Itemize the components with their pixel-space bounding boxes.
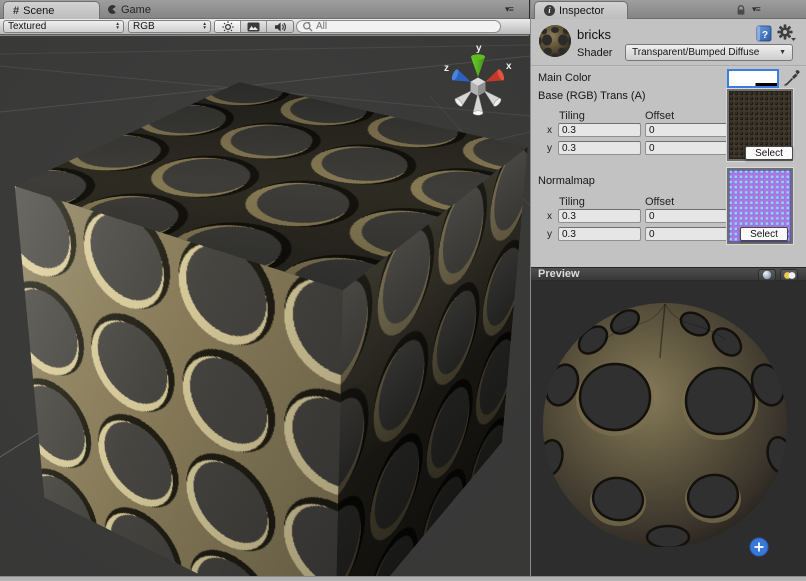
scene-grid-icon: # (13, 5, 19, 17)
gizmo-y-label: y (476, 43, 482, 54)
preview-mesh-button[interactable] (758, 269, 776, 281)
scene-view-toggles (214, 20, 294, 33)
scene-panel-menu-icon[interactable]: ▾≡ (505, 4, 513, 15)
normal-offset-y-input[interactable] (645, 227, 728, 241)
scene-tabbar: # Scene Game ▾≡ (0, 0, 529, 19)
base-tiling-x-input[interactable] (558, 123, 641, 137)
main-color-label: Main Color (538, 72, 591, 84)
gizmo-z-label: z (444, 63, 449, 74)
lighting-toggle-button[interactable] (215, 21, 241, 32)
main-color-swatch[interactable] (728, 70, 778, 87)
preview-header: Preview (531, 267, 806, 281)
row-x-label: x (547, 125, 552, 136)
sun-icon (222, 21, 234, 33)
base-map-label: Base (RGB) Trans (A) (538, 90, 646, 102)
shader-dropdown[interactable]: Transparent/Bumped Diffuse ▼ (625, 44, 793, 61)
gizmo-y-axis[interactable] (471, 54, 485, 77)
preview-sphere (540, 300, 790, 550)
row-y-label: y (547, 143, 552, 154)
normal-offset-x-input[interactable] (645, 209, 728, 223)
draw-mode-dropdown[interactable]: Textured ▴▾ (3, 20, 124, 33)
inspector-panel: i Inspector ▾≡ bricks Shader Transparent… (531, 0, 806, 576)
updown-arrows-icon: ▴▾ (116, 23, 119, 30)
inspector-tabbar: i Inspector ▾≡ (531, 0, 806, 19)
shader-value: Transparent/Bumped Diffuse (632, 47, 759, 58)
gear-icon[interactable] (777, 24, 797, 42)
material-sphere-icon (537, 22, 573, 60)
game-icon (108, 5, 117, 14)
offset-header: Offset (645, 110, 674, 122)
row-x-label: x (547, 211, 552, 222)
normalmap-select-button[interactable]: Select (740, 227, 788, 241)
offset-header: Offset (645, 196, 674, 208)
base-offset-y-input[interactable] (645, 141, 728, 155)
gizmo-x-label: x (506, 61, 512, 72)
window-bottom-strip (0, 576, 806, 581)
plus-icon[interactable] (749, 537, 769, 557)
chevron-down-icon: ▼ (779, 49, 786, 56)
audio-icon (274, 21, 287, 33)
tab-game-label: Game (121, 4, 151, 16)
gizmo-z-axis[interactable] (451, 68, 474, 87)
skybox-toggle-button[interactable] (241, 21, 267, 32)
svg-text:?: ? (762, 30, 768, 41)
base-select-button[interactable]: Select (745, 146, 793, 160)
draw-mode-value: Textured (8, 21, 46, 32)
sphere-icon (762, 270, 772, 280)
tiling-header: Tiling (559, 196, 585, 208)
preview-title: Preview (538, 268, 580, 280)
search-icon (302, 21, 314, 33)
scene-gizmo[interactable]: y x z (440, 40, 516, 122)
normal-tiling-y-input[interactable] (558, 227, 641, 241)
info-icon: i (544, 5, 555, 16)
help-icon[interactable]: ? (756, 25, 772, 42)
scene-viewport[interactable]: y x z (0, 36, 530, 576)
search-input[interactable] (316, 21, 476, 32)
eyedropper-icon[interactable] (784, 69, 801, 87)
scene-panel: # Scene Game ▾≡ Textured ▴▾ RGB ▴▾ (0, 0, 530, 576)
base-offset-x-input[interactable] (645, 123, 728, 137)
normalmap-label: Normalmap (538, 175, 595, 187)
scene-toolbar: Textured ▴▾ RGB ▴▾ (0, 19, 530, 35)
lock-icon[interactable] (735, 4, 747, 16)
header-divider (531, 65, 806, 67)
shader-label: Shader (577, 47, 612, 59)
tab-inspector-label: Inspector (559, 5, 604, 17)
audio-toggle-button[interactable] (267, 21, 293, 32)
tab-scene[interactable]: # Scene (3, 1, 100, 19)
updown-arrows-icon: ▴▾ (203, 23, 206, 30)
inspector-panel-menu-icon[interactable]: ▾≡ (752, 4, 760, 15)
alpha-bar (729, 83, 777, 86)
gizmo-x-axis[interactable] (483, 68, 506, 87)
tiling-header: Tiling (559, 110, 585, 122)
tab-scene-label: Scene (23, 5, 54, 17)
material-name: bricks (577, 27, 611, 42)
row-y-label: y (547, 229, 552, 240)
image-icon (247, 22, 260, 32)
lighting-toggle-icon (783, 271, 796, 280)
gizmo-center-cube[interactable] (471, 78, 486, 97)
base-tiling-y-input[interactable] (558, 141, 641, 155)
preview-lighting-button[interactable] (780, 269, 798, 281)
render-mode-value: RGB (133, 21, 155, 32)
tab-game[interactable]: Game (108, 0, 151, 19)
render-mode-dropdown[interactable]: RGB ▴▾ (128, 20, 211, 33)
scene-search-field[interactable] (296, 20, 501, 33)
preview-body[interactable] (531, 281, 806, 576)
textured-cube[interactable] (139, 128, 447, 530)
tab-inspector[interactable]: i Inspector (534, 1, 628, 19)
normal-tiling-x-input[interactable] (558, 209, 641, 223)
